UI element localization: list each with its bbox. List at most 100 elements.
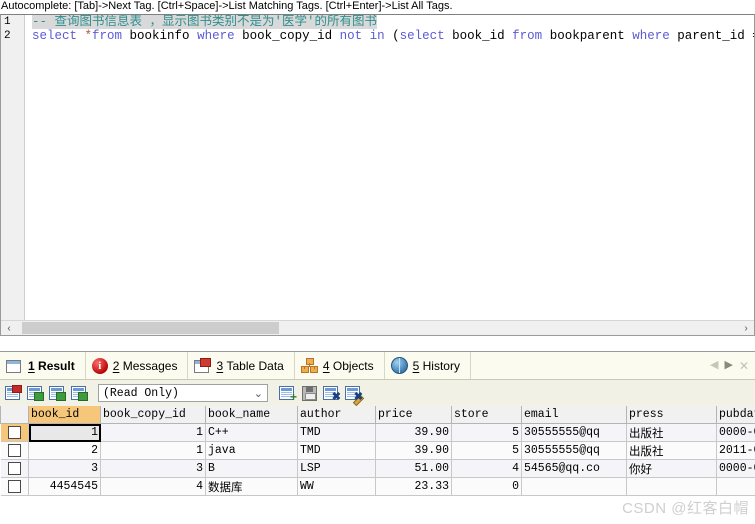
- code-line-1[interactable]: -- 查询图书信息表 ，显示图书类别不是为'医学'的所有图书: [32, 15, 754, 29]
- checkbox-icon[interactable]: [7, 461, 21, 475]
- sql-token: select: [399, 29, 453, 43]
- sql-token: from: [512, 29, 550, 43]
- tab-close-icon[interactable]: ✕: [739, 359, 749, 373]
- column-header-author[interactable]: author: [297, 406, 376, 424]
- checkbox-icon[interactable]: [7, 443, 21, 457]
- checkbox-icon[interactable]: [7, 425, 21, 439]
- form-view-icon[interactable]: [26, 385, 44, 401]
- cell-book_name[interactable]: 数据库: [205, 477, 298, 496]
- checkbox-icon[interactable]: [7, 479, 21, 493]
- cell-email[interactable]: 54565@qq.co: [521, 459, 627, 478]
- cell-book_name[interactable]: C++: [205, 423, 298, 442]
- column-header-store[interactable]: store: [451, 406, 522, 424]
- chevron-down-icon[interactable]: ⌄: [254, 387, 263, 400]
- row-select-checkbox[interactable]: [0, 423, 29, 442]
- cell-email[interactable]: 30555555@qq: [521, 423, 627, 442]
- sql-token: select: [32, 29, 85, 43]
- column-header-book_id[interactable]: book_id: [28, 406, 101, 424]
- tab-history[interactable]: 5 History: [385, 352, 471, 379]
- cell-price[interactable]: 39.90: [375, 423, 452, 442]
- cell-store[interactable]: 0: [451, 477, 522, 496]
- row-select-checkbox[interactable]: [0, 477, 29, 496]
- cell-book_copy_id[interactable]: 4: [100, 477, 206, 496]
- editor-horizontal-scrollbar[interactable]: ‹ ›: [1, 320, 754, 335]
- cell-book_copy_id[interactable]: 3: [100, 459, 206, 478]
- tab-messages[interactable]: i 2 Messages: [86, 352, 189, 379]
- cancel-edit-icon[interactable]: ✖: [344, 385, 365, 407]
- table-row[interactable]: 11C++TMD39.90530555555@qq出版社0000-00-00: [0, 423, 755, 442]
- tab-messages-number: 2: [112, 358, 120, 373]
- tab-prev-arrow-icon[interactable]: ◀: [710, 360, 718, 371]
- add-record-icon[interactable]: +: [278, 385, 297, 403]
- cell-book_name[interactable]: java: [205, 441, 298, 460]
- scroll-left-arrow-icon[interactable]: ‹: [1, 321, 17, 335]
- sql-code-area[interactable]: -- 查询图书信息表 ，显示图书类别不是为'医学'的所有图书 select *f…: [26, 15, 754, 335]
- cell-email[interactable]: 30555555@qq: [521, 441, 627, 460]
- result-grid[interactable]: book_id book_copy_id book_name author price s…: [0, 406, 755, 524]
- cell-pubdate[interactable]: 0000-00-00: [716, 459, 755, 478]
- table-row[interactable]: 21javaTMD39.90530555555@qq出版社2011-03-01: [0, 441, 755, 460]
- tab-messages-label: Messages: [122, 358, 178, 373]
- globe-history-icon: [390, 357, 408, 374]
- edit-mode-value: (Read Only): [103, 386, 179, 400]
- cell-book_id[interactable]: 2: [28, 441, 101, 460]
- line-number: 1: [4, 16, 11, 28]
- column-header-book_name[interactable]: book_name: [205, 406, 298, 424]
- column-header-press[interactable]: press: [626, 406, 717, 424]
- select-all-header[interactable]: [0, 406, 29, 424]
- sql-token: where: [632, 29, 678, 43]
- column-header-price[interactable]: price: [375, 406, 452, 424]
- sql-token: book_copy_id: [242, 29, 340, 43]
- tab-result[interactable]: 1 Result: [0, 352, 86, 379]
- cell-book_id[interactable]: 3: [28, 459, 101, 478]
- column-header-email[interactable]: email: [521, 406, 627, 424]
- scroll-right-arrow-icon[interactable]: ›: [738, 321, 754, 335]
- row-select-checkbox[interactable]: [0, 459, 29, 478]
- sql-token: book_id: [452, 29, 513, 43]
- cell-author[interactable]: LSP: [297, 459, 376, 478]
- cell-book_id[interactable]: 4454545: [28, 477, 101, 496]
- cell-store[interactable]: 5: [451, 441, 522, 460]
- cell-press[interactable]: 出版社: [626, 441, 717, 460]
- tab-result-number: 1: [28, 358, 35, 373]
- code-line-2[interactable]: select *from bookinfo where book_copy_id…: [32, 29, 754, 43]
- edit-mode-select[interactable]: (Read Only) ⌄: [98, 384, 268, 402]
- tab-table-data[interactable]: 3 Table Data: [188, 352, 295, 379]
- tab-objects[interactable]: 4 Objects: [295, 352, 385, 379]
- cell-store[interactable]: 4: [451, 459, 522, 478]
- cell-email[interactable]: [521, 477, 627, 496]
- cell-price[interactable]: 51.00: [375, 459, 452, 478]
- cell-press[interactable]: 出版社: [626, 423, 717, 442]
- cell-pubdate[interactable]: 2011-03-01: [716, 441, 755, 460]
- sql-editor[interactable]: 1 2 -- 查询图书信息表 ，显示图书类别不是为'医学'的所有图书 selec…: [0, 14, 755, 336]
- row-select-checkbox[interactable]: [0, 441, 29, 460]
- import-result-icon[interactable]: [70, 385, 88, 401]
- result-toolbar: (Read Only) ⌄ + ✖ ✖: [0, 380, 755, 407]
- cell-book_copy_id[interactable]: 1: [100, 441, 206, 460]
- cell-book_id[interactable]: 1: [28, 423, 101, 442]
- table-row[interactable]: 33BLSP51.00454565@qq.co你好0000-00-00: [0, 459, 755, 478]
- scrollbar-thumb[interactable]: [22, 322, 279, 334]
- delete-record-icon[interactable]: ✖: [322, 385, 341, 403]
- result-tabbar: 1 Result i 2 Messages 3 Table Data 4 Obj…: [0, 352, 755, 380]
- cell-pubdate[interactable]: [716, 477, 755, 496]
- grid-view-icon[interactable]: [4, 385, 22, 401]
- column-header-book_copy_id[interactable]: book_copy_id: [100, 406, 206, 424]
- result-table: book_id book_copy_id book_name author price s…: [0, 406, 755, 496]
- cell-price[interactable]: 39.90: [375, 441, 452, 460]
- cell-author[interactable]: TMD: [297, 441, 376, 460]
- cell-author[interactable]: TMD: [297, 423, 376, 442]
- save-record-icon[interactable]: [300, 385, 318, 401]
- cell-book_copy_id[interactable]: 1: [100, 423, 206, 442]
- cell-press[interactable]: 你好: [626, 459, 717, 478]
- cell-pubdate[interactable]: 0000-00-00: [716, 423, 755, 442]
- tab-next-arrow-icon[interactable]: ▶: [724, 360, 732, 371]
- cell-press[interactable]: [626, 477, 717, 496]
- cell-author[interactable]: WW: [297, 477, 376, 496]
- column-header-pubdate[interactable]: pubdate: [716, 406, 755, 424]
- export-result-icon[interactable]: [48, 385, 66, 401]
- cell-store[interactable]: 5: [451, 423, 522, 442]
- cell-price[interactable]: 23.33: [375, 477, 452, 496]
- cell-book_name[interactable]: B: [205, 459, 298, 478]
- table-row[interactable]: 4454545 4 数据库 WW 23.33 0: [0, 477, 755, 496]
